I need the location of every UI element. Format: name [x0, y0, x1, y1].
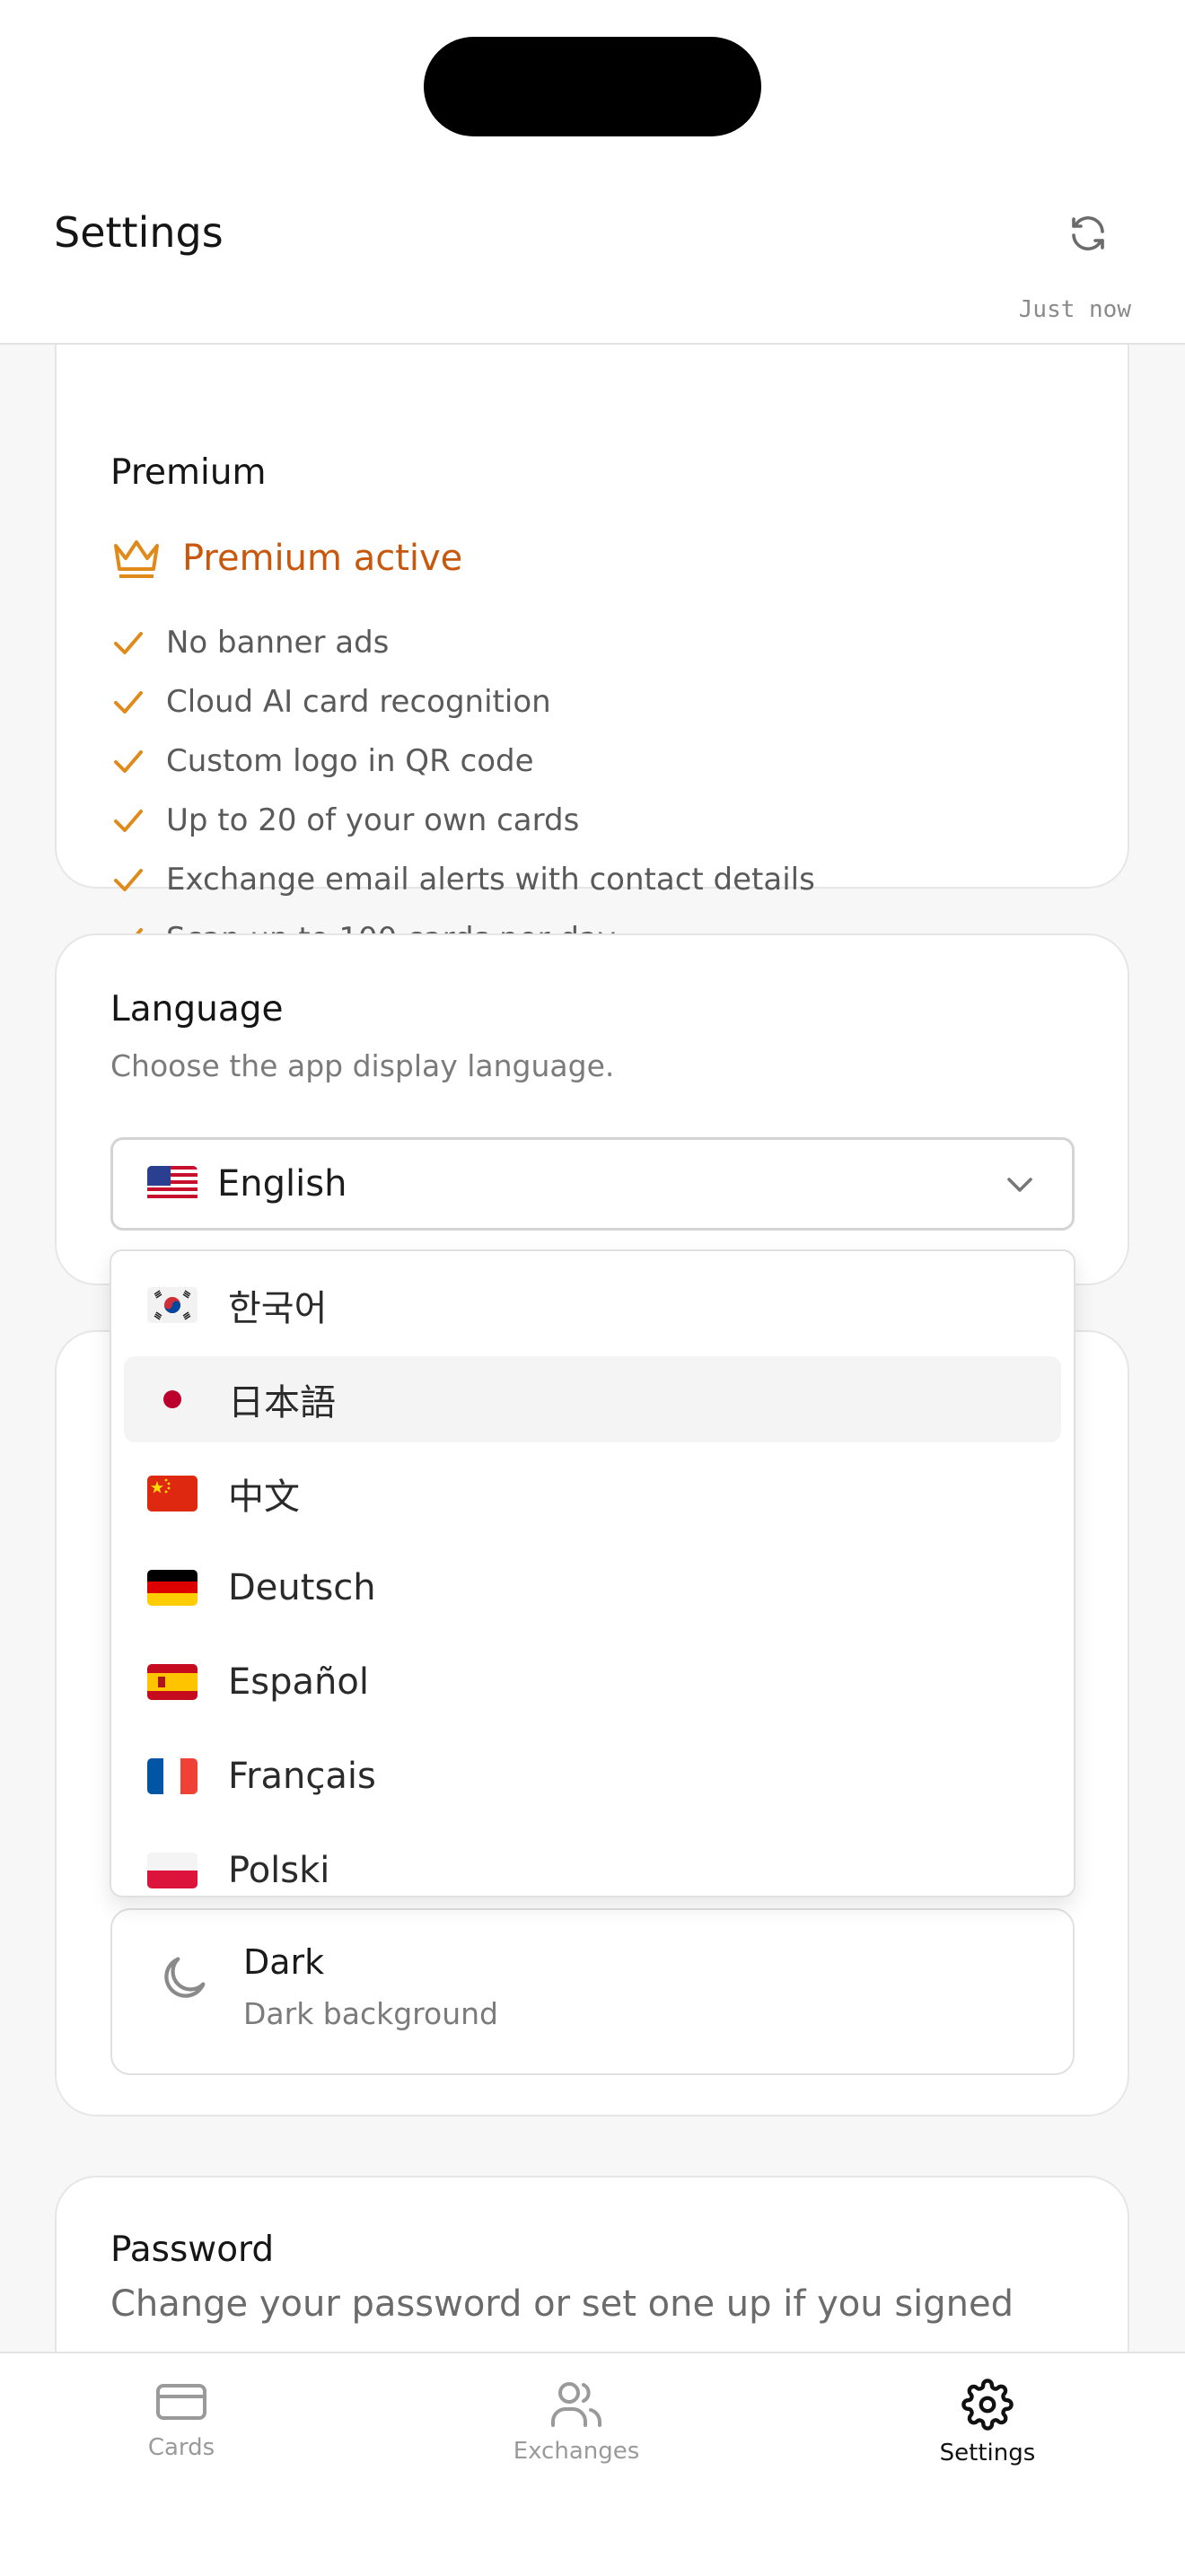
- premium-feature: Up to 20 of your own cards: [110, 802, 579, 838]
- moon-icon: [164, 1957, 206, 1998]
- card-icon: [156, 2384, 206, 2420]
- premium-title: Premium: [110, 452, 267, 493]
- theme-option-title: Dark: [243, 1942, 325, 1982]
- feature-label: Exchange email alerts with contact detai…: [166, 862, 815, 898]
- check-icon: [114, 632, 143, 654]
- pl-flag-icon: [147, 1853, 198, 1888]
- language-option-label: Polski: [228, 1850, 330, 1891]
- check-icon: [114, 691, 143, 714]
- language-dropdown[interactable]: 한국어 日本語 中文 Deutsch Español Français Pols…: [110, 1249, 1075, 1897]
- language-option-es[interactable]: Español: [124, 1639, 1061, 1725]
- premium-feature: Custom logo in QR code: [110, 743, 534, 779]
- tab-bar: Cards Exchanges Settings: [0, 2352, 1185, 2576]
- dynamic-island: [424, 37, 761, 136]
- language-option-ja[interactable]: 日本語: [124, 1356, 1061, 1442]
- refresh-button[interactable]: [1059, 205, 1117, 262]
- users-icon: [551, 2382, 601, 2427]
- language-option-zh[interactable]: 中文: [124, 1450, 1061, 1537]
- premium-card: Premium Premium active No banner ads Clo…: [55, 345, 1129, 957]
- theme-option-description: Dark background: [243, 1996, 498, 2031]
- premium-status: Premium active: [110, 535, 462, 582]
- last-sync-text: Just now: [1018, 296, 1131, 323]
- language-option-ko[interactable]: 한국어: [124, 1262, 1061, 1348]
- tab-label: Settings: [939, 2440, 1036, 2466]
- language-option-label: Français: [228, 1756, 376, 1797]
- password-title: Password: [110, 2230, 275, 2270]
- language-option-label: Deutsch: [228, 1567, 376, 1608]
- language-option-de[interactable]: Deutsch: [124, 1545, 1061, 1631]
- language-title: Language: [110, 989, 284, 1030]
- app-header: Settings Just now: [0, 188, 1185, 345]
- language-select[interactable]: English: [110, 1137, 1075, 1231]
- feature-label: No banner ads: [166, 625, 390, 661]
- de-flag-icon: [147, 1570, 198, 1606]
- password-description: Change your password or set one up if yo…: [110, 2283, 1014, 2325]
- premium-feature: No banner ads: [110, 625, 389, 661]
- chevron-down-icon: [1007, 1178, 1032, 1192]
- language-option-label: Español: [228, 1661, 369, 1703]
- refresh-icon: [1072, 216, 1104, 250]
- feature-label: Up to 20 of your own cards: [166, 802, 580, 838]
- language-option-label: 日本語: [228, 1382, 336, 1424]
- language-option-label: 한국어: [228, 1288, 328, 1329]
- es-flag-icon: [147, 1664, 198, 1700]
- language-option-fr[interactable]: Français: [124, 1733, 1061, 1819]
- theme-option-dark[interactable]: Dark Dark background: [110, 1908, 1075, 2075]
- premium-feature: Cloud AI card recognition: [110, 684, 551, 720]
- premium-feature: Exchange email alerts with contact detai…: [110, 862, 815, 898]
- tab-exchanges[interactable]: Exchanges: [469, 2379, 684, 2465]
- language-option-label: 中文: [228, 1476, 300, 1518]
- tab-label: Exchanges: [513, 2438, 640, 2465]
- fr-flag-icon: [147, 1758, 198, 1794]
- check-icon: [114, 810, 143, 832]
- gear-icon: [961, 2379, 1014, 2431]
- feature-label: Cloud AI card recognition: [166, 684, 551, 720]
- tab-cards[interactable]: Cards: [74, 2379, 289, 2461]
- language-card: Language Choose the app display language…: [55, 933, 1129, 1285]
- language-selected-label: English: [217, 1163, 347, 1205]
- us-flag-icon: [147, 1166, 198, 1202]
- language-description: Choose the app display language.: [110, 1048, 615, 1083]
- feature-label: Custom logo in QR code: [166, 743, 534, 779]
- page-title: Settings: [54, 208, 224, 257]
- language-option-pl[interactable]: Polski: [124, 1827, 1061, 1896]
- premium-status-label: Premium active: [182, 538, 463, 579]
- tab-label: Cards: [147, 2434, 215, 2461]
- check-icon: [114, 869, 143, 891]
- check-icon: [114, 750, 143, 773]
- status-bar: [0, 0, 1185, 188]
- crown-icon: [114, 540, 159, 578]
- tab-settings[interactable]: Settings: [880, 2379, 1095, 2466]
- jp-flag-icon: [147, 1381, 198, 1417]
- password-card: Password Change your password or set one…: [55, 2176, 1129, 2352]
- kr-flag-icon: [147, 1287, 198, 1323]
- cn-flag-icon: [147, 1476, 198, 1511]
